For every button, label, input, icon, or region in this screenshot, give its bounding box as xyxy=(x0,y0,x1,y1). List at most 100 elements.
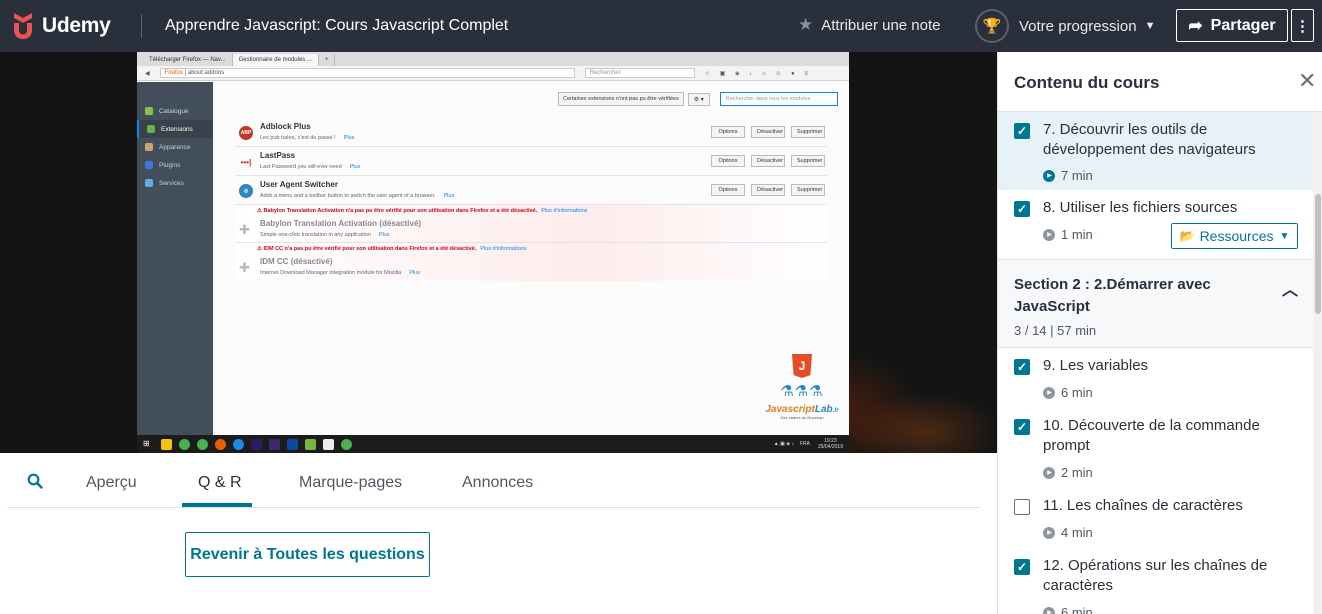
chrome-icon xyxy=(341,438,352,450)
sidebar-header: Contenu du cours ✕ xyxy=(998,52,1322,112)
chevron-up-icon[interactable]: ︿ xyxy=(1282,276,1298,300)
sidebar-scrollbar[interactable] xyxy=(1313,112,1322,614)
addon-remove-button: Supprimer xyxy=(791,155,825,167)
firefox-tab-strip: Télécharger Firefox — Nav... Gestionnair… xyxy=(137,52,849,66)
course-title[interactable]: Apprendre Javascript: Cours Javascript C… xyxy=(165,17,508,35)
addon-warning: ⚠ Babylon Translation Activation n'a pas… xyxy=(257,208,588,214)
video-player[interactable]: Télécharger Firefox — Nav... Gestionnair… xyxy=(0,52,997,453)
addon-name: User Agent Switcher xyxy=(260,180,338,189)
tray-clock: 19:23 25/04/2019 xyxy=(818,438,843,450)
addon-buttons: Options Désactiver Supprimer xyxy=(705,155,825,167)
sidebar-label: Services xyxy=(159,179,184,187)
play-icon: ▶ xyxy=(1043,526,1055,539)
app-icon xyxy=(323,438,334,450)
course-content-sidebar: Contenu du cours ✕ ✓ 7. Découvrir les ou… xyxy=(997,52,1322,614)
progress-dropdown[interactable]: 🏆 Votre progression ▼ xyxy=(975,9,1155,43)
addon-buttons: Options Désactiver Supprimer xyxy=(705,126,825,138)
scrollbar-thumb[interactable] xyxy=(1315,194,1321,314)
tab-qa[interactable]: Q & R xyxy=(198,474,242,492)
sidebar-label: Extensions xyxy=(161,125,193,133)
tab-apercu[interactable]: Aperçu xyxy=(86,474,137,492)
play-icon: ▶ xyxy=(1043,606,1055,614)
lecture-title: 12. Opérations sur les chaînes de caract… xyxy=(1043,557,1268,594)
camtasia-icon xyxy=(305,438,316,450)
lecture-duration: 6 min xyxy=(1061,605,1093,614)
resources-label: Ressources xyxy=(1199,228,1274,244)
lastpass-icon: •••| xyxy=(240,157,252,167)
resources-dropdown-button[interactable]: 📂 Ressources ▼ xyxy=(1171,223,1298,249)
udemy-logo[interactable]: Udemy xyxy=(10,11,118,41)
watermark-suffix: .fr xyxy=(832,408,839,414)
trophy-icon: 🏆 xyxy=(975,9,1009,43)
puzzle-icon: ✚ xyxy=(239,260,250,275)
section-meta: 3 / 14 | 57 min xyxy=(1014,323,1097,338)
addon-name: LastPass xyxy=(260,151,296,160)
section-header[interactable]: Section 2 : 2.Démarrer avec JavaScript 3… xyxy=(998,259,1313,348)
addon-options-button: Options xyxy=(711,126,745,138)
lecture-item[interactable]: ✓ 12. Opérations sur les chaînes de cara… xyxy=(998,548,1313,614)
firefox-icon xyxy=(215,438,226,450)
photoshop-icon xyxy=(287,438,298,450)
lecture-checkbox[interactable]: ✓ xyxy=(1014,201,1030,217)
warning-text: Babylon Translation Activation n'a pas p… xyxy=(263,208,538,214)
lecture-checkbox[interactable] xyxy=(1014,499,1030,515)
unverified-extensions-button: Certaines extensions n'ont pas pu être v… xyxy=(558,92,684,106)
warning-more-link: Plus d'informations xyxy=(480,246,527,252)
file-explorer-icon xyxy=(161,438,172,450)
lecture-item[interactable]: ✓ 9. Les variables ▶ 6 min xyxy=(998,348,1313,408)
lecture-tabs: Aperçu Q & R Marque-pages Annonces xyxy=(7,453,980,508)
lecture-meta: ▶ 6 min xyxy=(1043,385,1093,400)
more-options-button[interactable]: ⋮ xyxy=(1291,9,1314,42)
lecture-item[interactable]: ✓ 10. Découverte de la commande prompt ▶… xyxy=(998,408,1313,488)
addon-desc: Last Password you will ever need Plus xyxy=(260,164,360,170)
rate-course-button[interactable]: ★ Attribuer une note xyxy=(798,15,941,35)
flask-icon: ⚗⚗⚗ xyxy=(780,383,824,400)
tab-bookmarks[interactable]: Marque-pages xyxy=(299,474,402,492)
firefox-tab: Télécharger Firefox — Nav... xyxy=(143,54,233,66)
addon-options-button: Options xyxy=(711,155,745,167)
play-icon: ▶ xyxy=(1043,169,1055,182)
module-search-input: Rechercher dans tous les modules xyxy=(719,92,838,106)
lecture-item[interactable]: ✓ 7. Découvrir les outils de développeme… xyxy=(998,112,1313,190)
addon-status: (désactivé) xyxy=(379,219,422,228)
section-title: Section 2 : 2.Démarrer avec JavaScript xyxy=(1014,276,1211,315)
addon-options-button: Options xyxy=(711,184,745,196)
sidebar-title: Contenu du cours xyxy=(1014,73,1160,92)
abp-icon: ABP xyxy=(239,126,253,140)
javascriptlab-watermark: J ⚗⚗⚗ JavascriptLab.fr Des cadres du Nou… xyxy=(765,354,839,434)
tray-language: FRA xyxy=(799,441,810,447)
lecture-checkbox[interactable]: ✓ xyxy=(1014,419,1030,435)
addon-desc: Les pub tuées, c'est du passé ! Plus xyxy=(260,135,354,141)
lecture-checkbox[interactable]: ✓ xyxy=(1014,123,1030,139)
addons-top-controls: Certaines extensions n'ont pas pu être v… xyxy=(558,92,838,106)
js-badge-icon: J xyxy=(792,354,812,378)
firefox-toolbar-icons: ☆ ▣ ◈ ↓ ⌂ ☺ ● ≡ xyxy=(704,70,812,77)
share-arrow-icon: ➦ xyxy=(1188,15,1203,35)
vertical-ellipsis-icon: ⋮ xyxy=(1295,17,1310,35)
sidebar-label: Apparence xyxy=(159,143,191,151)
new-tab-icon: + xyxy=(319,54,336,66)
addon-desc: Adds a menu and a toolbar button to swit… xyxy=(260,193,454,199)
play-icon: ▶ xyxy=(1043,228,1055,241)
addon-remove-button: Supprimer xyxy=(791,184,825,196)
tab-announcements[interactable]: Annonces xyxy=(462,474,533,492)
search-icon[interactable] xyxy=(27,473,43,494)
folder-icon: 📂 xyxy=(1179,229,1195,243)
close-icon[interactable]: ✕ xyxy=(1298,68,1316,94)
lecture-item[interactable]: 11. Les chaînes de caractères ▶ 4 min xyxy=(998,488,1313,548)
premiere-icon xyxy=(269,438,280,450)
chevron-down-icon: ▼ xyxy=(1144,20,1156,32)
udemy-u-icon xyxy=(14,13,32,39)
lecture-checkbox[interactable]: ✓ xyxy=(1014,559,1030,575)
lecture-checkbox[interactable]: ✓ xyxy=(1014,359,1030,375)
share-button[interactable]: ➦ Partager xyxy=(1176,9,1288,42)
lecture-meta: ▶ 4 min xyxy=(1043,525,1093,540)
firefox-addons-page: Catalogue Extensions Apparence Plugins S… xyxy=(137,82,849,435)
lecture-duration: 6 min xyxy=(1061,385,1093,400)
firefox-nav-bar: ◀ Firefox | about:addons Rechercher ☆ ▣ … xyxy=(137,66,849,81)
background-glow xyxy=(850,392,997,453)
back-to-all-questions-button[interactable]: Revenir à Toutes les questions xyxy=(185,532,430,577)
lecture-item[interactable]: ✓ 8. Utiliser les fichiers sources ▶ 1 m… xyxy=(998,190,1313,259)
url-brand: Firefox xyxy=(164,70,183,76)
lecture-duration: 4 min xyxy=(1061,525,1093,540)
